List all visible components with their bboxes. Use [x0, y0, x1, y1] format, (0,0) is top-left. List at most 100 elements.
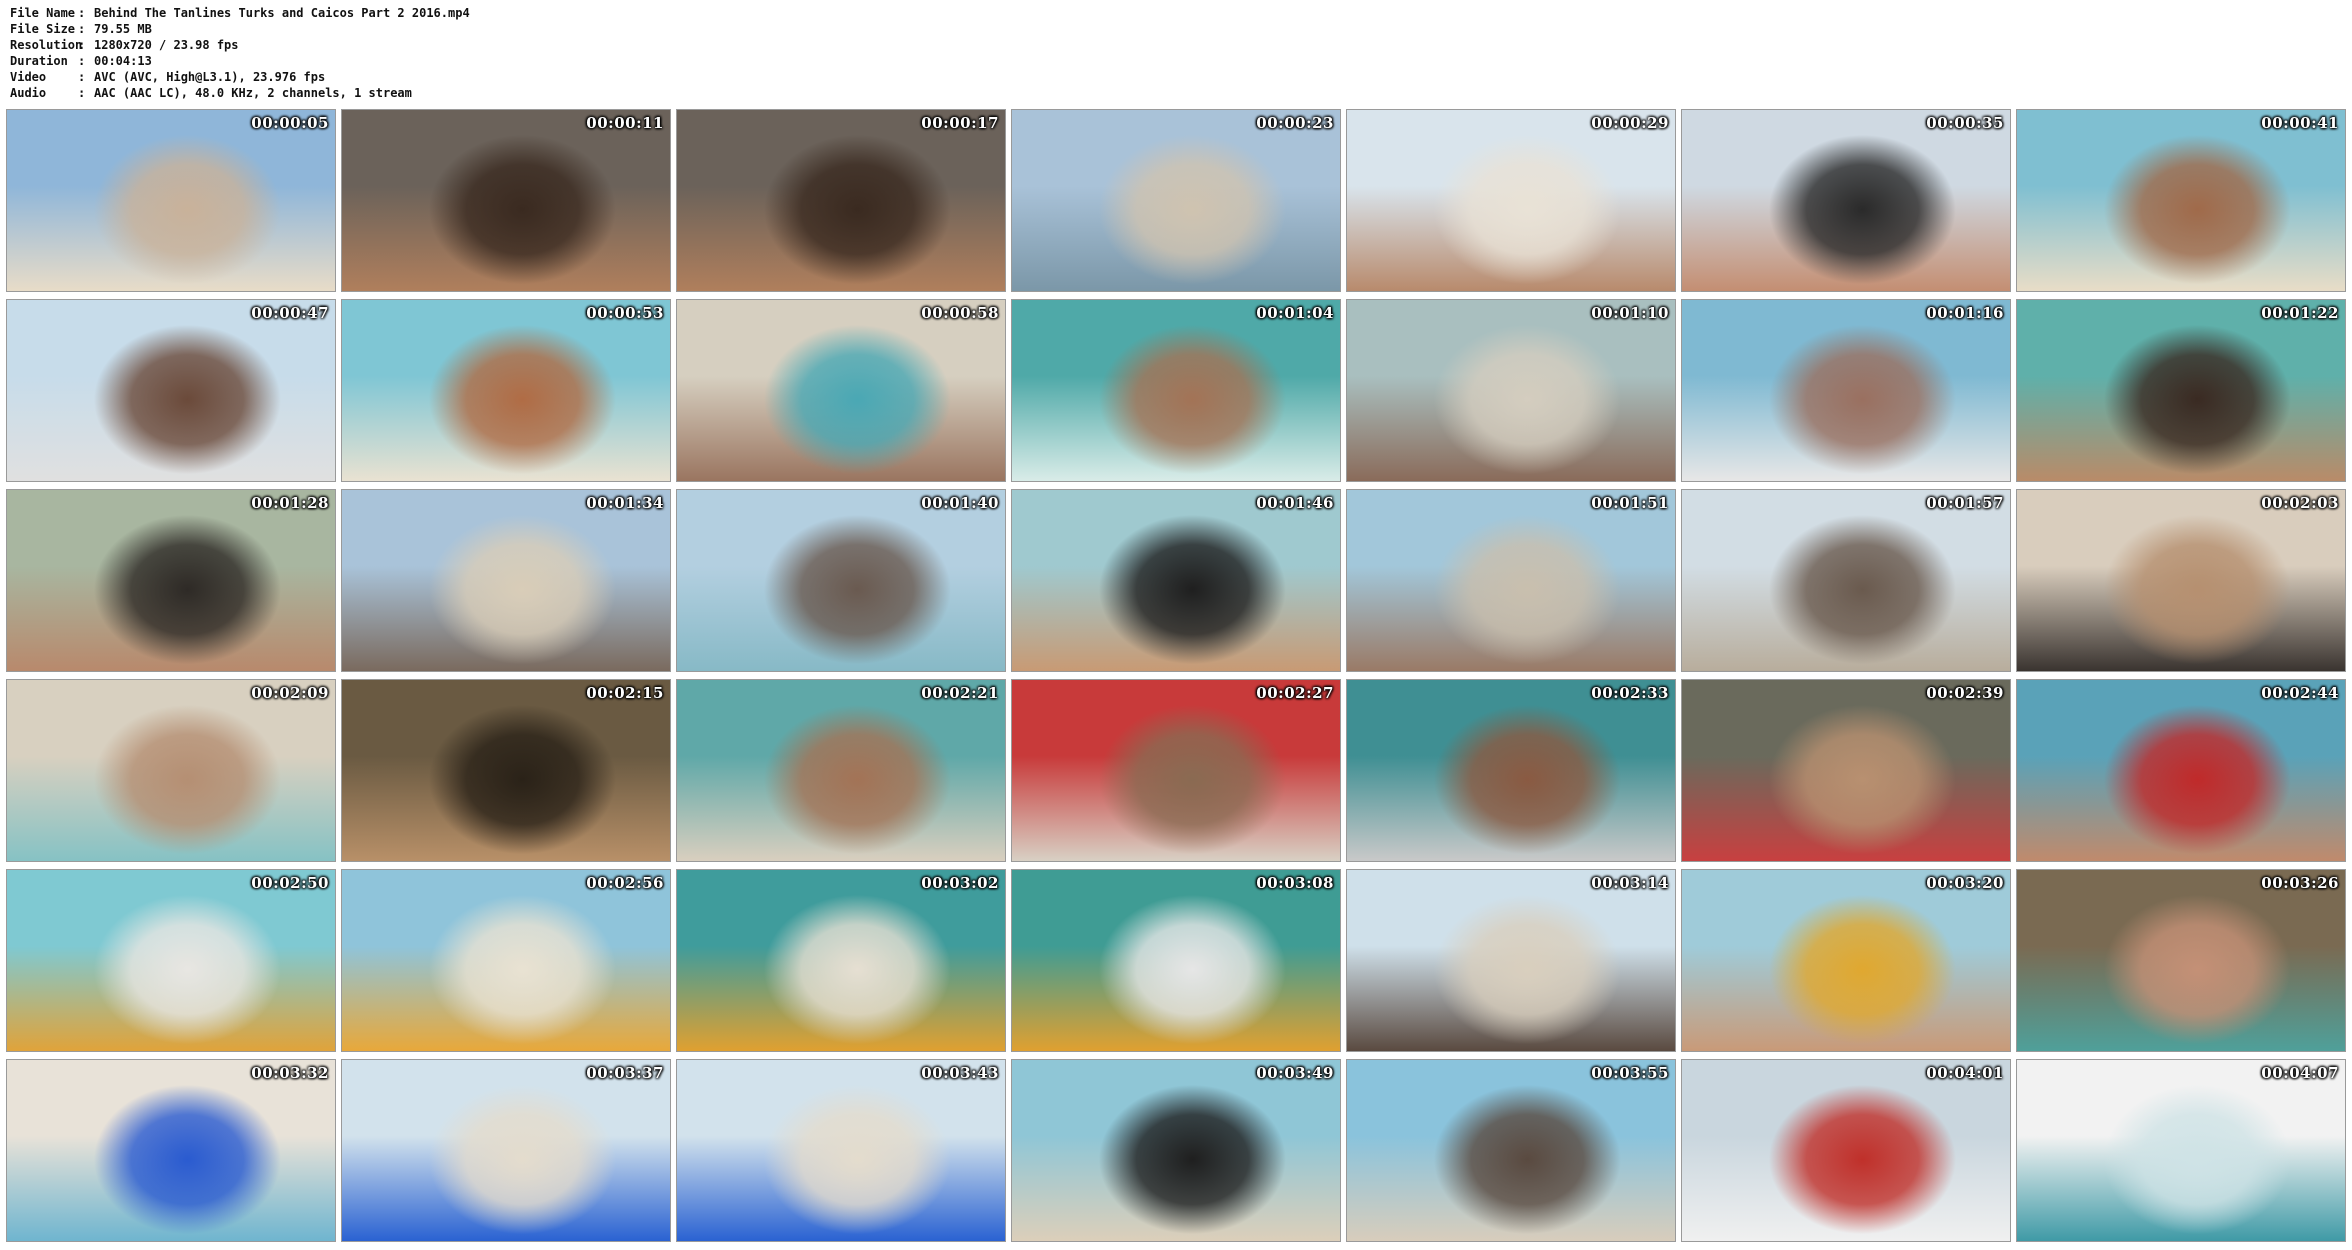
video-thumbnail-beach-crew-sunrise[interactable]: 00:00:23: [1011, 109, 1341, 292]
thumbnail-timestamp: 00:01:28: [251, 494, 329, 512]
file-info-row: Audio : AAC (AAC LC), 48.0 KHz, 2 channe…: [10, 85, 910, 101]
thumbnail-frame-image: [1682, 1060, 2010, 1241]
thumbnail-timestamp: 00:03:08: [1256, 874, 1334, 892]
thumbnail-timestamp: 00:00:11: [586, 114, 664, 132]
video-thumbnail-woman-blue-swimsuit-beach[interactable]: 00:03:37: [341, 1059, 671, 1242]
file-info-value: AVC (AVC, High@L3.1), 23.976 fps: [94, 70, 326, 84]
video-thumbnail-woman-red-top-towel[interactable]: 00:04:01: [1681, 1059, 2011, 1242]
video-thumbnail-woman-hotel-room[interactable]: 00:00:11: [341, 109, 671, 292]
video-thumbnail-woman-silver-top-ocean[interactable]: 00:02:33: [1346, 679, 1676, 862]
thumbnail-frame-image: [677, 680, 1005, 861]
video-thumbnail-woman-sunglasses[interactable]: 00:01:46: [1011, 489, 1341, 672]
video-thumbnail-photographer-woman-shore[interactable]: 00:03:14: [1346, 869, 1676, 1052]
file-info-label: Resolution: [10, 38, 83, 52]
file-info-row: Video : AVC (AVC, High@L3.1), 23.976 fps: [10, 69, 910, 85]
file-info-row: Duration : 00:04:13: [10, 53, 910, 69]
video-thumbnail-woman-pink-bikini-rocks[interactable]: 00:00:58: [676, 299, 1006, 482]
video-thumbnail-crew-camera-beach[interactable]: 00:00:35: [1681, 109, 2011, 292]
thumbnail-frame-image: [7, 110, 335, 291]
video-thumbnail-crew-rocks-red-tent[interactable]: 00:02:39: [1681, 679, 2011, 862]
thumbnail-frame-image: [1682, 300, 2010, 481]
thumbnail-frame-image: [1347, 490, 1675, 671]
thumbnail-timestamp: 00:01:51: [1591, 494, 1669, 512]
video-thumbnail-men-talking-beach[interactable]: 00:01:34: [341, 489, 671, 672]
thumbnail-timestamp: 00:02:09: [251, 684, 329, 702]
video-thumbnail-group-cheering-beach[interactable]: 00:03:55: [1346, 1059, 1676, 1242]
file-info-value: Behind The Tanlines Turks and Caicos Par…: [94, 6, 470, 20]
thumbnail-timestamp: 00:03:02: [921, 874, 999, 892]
thumbnail-timestamp: 00:01:16: [1926, 304, 2004, 322]
video-thumbnail-woman-wet-hair[interactable]: 00:00:53: [341, 299, 671, 482]
thumbnail-timestamp: 00:02:33: [1591, 684, 1669, 702]
thumbnail-timestamp: 00:02:21: [921, 684, 999, 702]
thumbnail-frame-image: [2017, 300, 2345, 481]
video-thumbnail-man-woman-beach[interactable]: 00:01:51: [1346, 489, 1676, 672]
video-thumbnail-woman-yellow-bikini-sea[interactable]: 00:03:02: [676, 869, 1006, 1052]
video-thumbnail-woman-looking-back[interactable]: 00:01:22: [2016, 299, 2346, 482]
video-thumbnail-woman-yellow-bikini-waves[interactable]: 00:03:08: [1011, 869, 1341, 1052]
thumbnail-frame-image: [1347, 870, 1675, 1051]
video-thumbnail-woman-yellow-bikini-beach[interactable]: 00:02:56: [341, 869, 671, 1052]
thumbnail-timestamp: 00:01:10: [1591, 304, 1669, 322]
video-thumbnail-endcard-logo[interactable]: 00:04:07: [2016, 1059, 2346, 1242]
thumbnail-frame-image: [2017, 110, 2345, 291]
thumbnail-frame-image: [2017, 870, 2345, 1051]
video-thumbnail-woman-blue-swimsuit-arms[interactable]: 00:03:43: [676, 1059, 1006, 1242]
file-info-separator: :: [78, 38, 86, 52]
file-info-separator: :: [78, 86, 86, 100]
thumbnail-timestamp: 00:00:23: [1256, 114, 1334, 132]
video-thumbnail-man-bucket-hat[interactable]: 00:01:16: [1681, 299, 2011, 482]
thumbnail-frame-image: [2017, 680, 2345, 861]
video-thumbnail-woman-yellow-bikini-crew[interactable]: 00:02:50: [6, 869, 336, 1052]
thumbnail-frame-image: [2017, 1060, 2345, 1241]
video-thumbnail-woman-blue-swimsuit-sand[interactable]: 00:03:32: [6, 1059, 336, 1242]
video-thumbnail-woman-silver-top-sand[interactable]: 00:02:21: [676, 679, 1006, 862]
file-info-row: Resolution : 1280x720 / 23.98 fps: [10, 37, 910, 53]
thumbnail-timestamp: 00:01:40: [921, 494, 999, 512]
thumbnail-frame-image: [1012, 110, 1340, 291]
file-info-row: File Name : Behind The Tanlines Turks an…: [10, 5, 910, 21]
file-info-label: Audio: [10, 86, 47, 100]
thumbnail-frame-image: [2017, 490, 2345, 671]
thumbnail-frame-image: [7, 490, 335, 671]
file-info-value: AAC (AAC LC), 48.0 KHz, 2 channels, 1 st…: [94, 86, 412, 100]
thumbnail-timestamp: 00:02:27: [1256, 684, 1334, 702]
thumbnail-timestamp: 00:03:26: [2261, 874, 2339, 892]
video-thumbnail-woman-rock-cliff[interactable]: 00:03:26: [2016, 869, 2346, 1052]
thumbnail-timestamp: 00:01:04: [1256, 304, 1334, 322]
thumbnail-frame-image: [342, 300, 670, 481]
video-thumbnail-woman-white-shirt-shore[interactable]: 00:02:09: [6, 679, 336, 862]
video-thumbnail-woman-wave-closeup[interactable]: 00:02:15: [341, 679, 671, 862]
video-thumbnail-two-women-closeup[interactable]: 00:01:28: [6, 489, 336, 672]
thumbnail-timestamp: 00:04:07: [2261, 1064, 2339, 1082]
file-info-value: 79.55 MB: [94, 22, 152, 36]
video-thumbnail-crew-reflector-water[interactable]: 00:01:40: [676, 489, 1006, 672]
thumbnail-timestamp: 00:01:46: [1256, 494, 1334, 512]
video-thumbnail-woman-yellow-top-closeup[interactable]: 00:03:20: [1681, 869, 2011, 1052]
thumbnail-frame-image: [677, 870, 1005, 1051]
thumbnail-frame-image: [1347, 110, 1675, 291]
thumbnail-frame-image: [7, 300, 335, 481]
video-thumbnail-photographer-closeup[interactable]: 00:02:03: [2016, 489, 2346, 672]
video-thumbnail-woman-red-bikini-ocean[interactable]: 00:02:44: [2016, 679, 2346, 862]
file-info-separator: :: [78, 6, 86, 20]
thumbnail-frame-image: [342, 870, 670, 1051]
video-thumbnail-woman-surf[interactable]: 00:01:04: [1011, 299, 1341, 482]
thumbnail-frame-image: [1012, 490, 1340, 671]
file-info-separator: :: [78, 54, 86, 68]
thumbnail-timestamp: 00:02:15: [586, 684, 664, 702]
video-thumbnail-sand-globe-logo[interactable]: 00:00:05: [6, 109, 336, 292]
video-thumbnail-woman-visor-smile[interactable]: 00:03:49: [1011, 1059, 1341, 1242]
video-thumbnail-woman-purple-bikini[interactable]: 00:00:41: [2016, 109, 2346, 292]
video-thumbnail-man-cap-beach[interactable]: 00:00:29: [1346, 109, 1676, 292]
thumbnail-frame-image: [1347, 1060, 1675, 1241]
video-thumbnail-woman-silver-top-tent[interactable]: 00:02:27: [1011, 679, 1341, 862]
thumbnail-timestamp: 00:03:49: [1256, 1064, 1334, 1082]
video-thumbnail-photographer-lens[interactable]: 00:00:47: [6, 299, 336, 482]
video-thumbnail-crew-walking-beach[interactable]: 00:01:57: [1681, 489, 2011, 672]
file-info-header: File Name : Behind The Tanlines Turks an…: [10, 5, 910, 101]
thumbnail-frame-image: [1682, 490, 2010, 671]
video-thumbnail-crew-group-rocks[interactable]: 00:01:10: [1346, 299, 1676, 482]
file-info-row: File Size : 79.55 MB: [10, 21, 910, 37]
video-thumbnail-woman-hotel-room[interactable]: 00:00:17: [676, 109, 1006, 292]
